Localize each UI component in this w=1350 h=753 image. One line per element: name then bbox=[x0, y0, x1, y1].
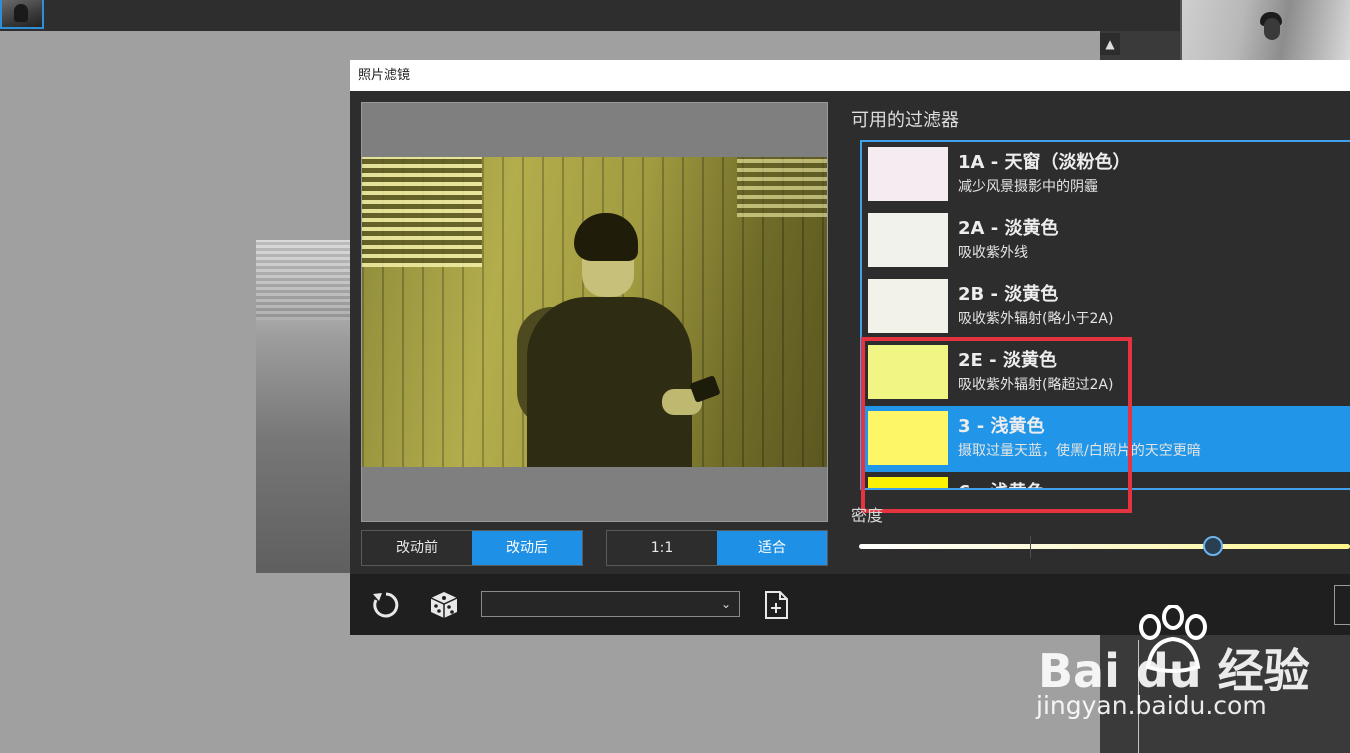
zoom-1-1-button[interactable]: 1:1 bbox=[607, 531, 717, 565]
divider-line bbox=[1138, 640, 1139, 753]
filter-description: 吸收紫外线 bbox=[958, 245, 1028, 261]
filter-name: 2B - 淡黄色 bbox=[958, 284, 1059, 305]
density-default-tick bbox=[1030, 536, 1031, 558]
preview-canvas bbox=[361, 102, 828, 522]
density-slider[interactable] bbox=[859, 536, 1350, 562]
density-slider-handle[interactable] bbox=[1202, 536, 1223, 556]
before-after-toggle: 改动前 改动后 bbox=[361, 530, 583, 566]
density-track bbox=[859, 544, 1350, 549]
annotation-highlight-box bbox=[861, 337, 1132, 513]
preset-dropdown[interactable]: ⌄ bbox=[481, 591, 740, 617]
filter-color-swatch bbox=[868, 279, 948, 333]
photo-filter-dialog: 照片滤镜 改动前 改动后 1:1 适合 可用的过滤器 1A - 天窗（淡粉色） 减… bbox=[350, 60, 1350, 635]
filmstrip-thumbnail[interactable] bbox=[1180, 0, 1350, 60]
selected-thumbnail[interactable] bbox=[0, 0, 44, 29]
app-top-bar bbox=[0, 0, 1350, 31]
filter-item[interactable]: 1A - 天窗（淡粉色） 减少风景摄影中的阴霾 bbox=[862, 142, 1350, 208]
ok-button-edge[interactable] bbox=[1334, 585, 1350, 625]
dialog-toolbar: ⌄ bbox=[350, 574, 1350, 635]
preview-image bbox=[362, 157, 827, 467]
filter-item[interactable]: 2A - 淡黄色吸收紫外线 bbox=[862, 208, 1350, 274]
filter-color-swatch bbox=[868, 213, 948, 267]
filter-description: 吸收紫外辐射(略小于2A) bbox=[958, 311, 1114, 327]
filter-color-swatch bbox=[868, 147, 948, 201]
filters-heading: 可用的过滤器 bbox=[851, 110, 959, 131]
reset-icon[interactable] bbox=[370, 589, 402, 625]
density-label: 密度 bbox=[851, 506, 884, 525]
chevron-down-icon: ⌄ bbox=[720, 597, 731, 611]
scroll-up-button[interactable]: ▲ bbox=[1100, 33, 1120, 55]
filter-item[interactable]: 2B - 淡黄色吸收紫外辐射(略小于2A) bbox=[862, 274, 1350, 340]
zoom-fit-button[interactable]: 适合 bbox=[717, 531, 827, 565]
filter-name: 2A - 淡黄色 bbox=[958, 218, 1059, 239]
new-preset-icon[interactable] bbox=[762, 590, 790, 624]
after-button[interactable]: 改动后 bbox=[472, 531, 582, 565]
background-photo bbox=[256, 240, 351, 573]
before-button[interactable]: 改动前 bbox=[362, 531, 472, 565]
random-dice-icon[interactable] bbox=[428, 589, 460, 625]
filter-name: 1A - 天窗（淡粉色） bbox=[958, 152, 1131, 173]
dialog-title: 照片滤镜 bbox=[350, 60, 1350, 91]
filter-description: 减少风景摄影中的阴霾 bbox=[958, 179, 1098, 195]
zoom-toggle: 1:1 适合 bbox=[606, 530, 828, 566]
